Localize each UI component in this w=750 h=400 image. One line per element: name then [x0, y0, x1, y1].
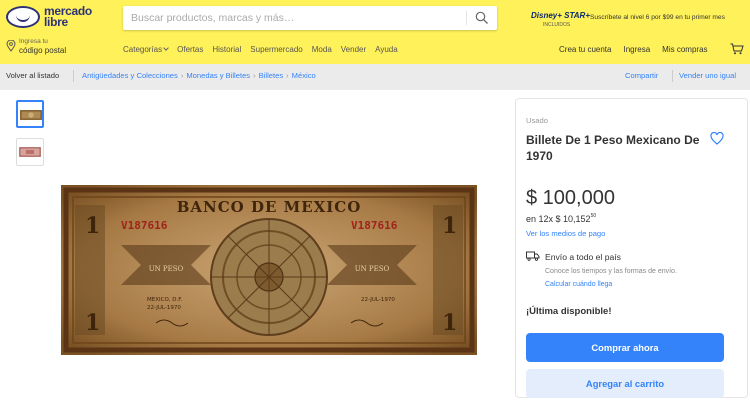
logo-text-line2: libre: [44, 15, 68, 29]
promo-brand-sub: INCLUIDOS: [543, 22, 571, 28]
my-purchases-link[interactable]: Mis compras: [662, 45, 707, 54]
nav-vender[interactable]: Vender: [341, 45, 366, 54]
site-header: mercado libre Disney+ STAR+ INCLUIDOS Su…: [0, 0, 750, 64]
breadcrumb-bar: Volver al listado Antigüedades y Colecci…: [0, 64, 750, 88]
bill-denomination-bottom-left: 1: [85, 310, 100, 336]
breadcrumb: Antigüedades y Colecciones › Monedas y Bil…: [82, 71, 316, 80]
bill-denomination-top-right: 1: [442, 213, 457, 239]
product-main: BANCO DE MEXICO V187616 V187616 1 1 1 1 …: [0, 90, 750, 400]
breadcrumb-divider: [672, 70, 673, 82]
installments-cents: 50: [590, 213, 597, 219]
promo-text: Suscríbete al nivel 6 por $99 en tu prim…: [590, 14, 725, 21]
thumbnail-back[interactable]: [16, 138, 44, 166]
disney-star-promo[interactable]: Disney+ STAR+ INCLUIDOS Suscríbete al ni…: [531, 10, 750, 34]
cart-icon[interactable]: [730, 43, 744, 55]
bill-denomination-bottom-right: 1: [442, 310, 457, 336]
main-nav: Categorías Ofertas Historial Supermercad…: [123, 45, 398, 54]
bill-back-thumbnail: [19, 147, 41, 157]
location-pin-icon: [6, 40, 16, 52]
location-line1: Ingresa tu: [19, 38, 48, 45]
breadcrumb-item[interactable]: México: [292, 71, 316, 80]
nav-moda[interactable]: Moda: [312, 45, 332, 54]
installments: en 12x $ 10,15250: [526, 213, 597, 224]
bill-serial-right: V187616: [351, 219, 398, 232]
bill-date-right: 22-JUL-1970: [361, 297, 395, 303]
breadcrumb-arrow-icon: ›: [253, 71, 256, 80]
search-divider: [466, 11, 467, 25]
promo-brand: Disney+ STAR+: [531, 11, 590, 20]
product-price: $ 100,000: [526, 187, 615, 209]
add-to-cart-button[interactable]: Agregar al carrito: [526, 369, 724, 398]
breadcrumb-item[interactable]: Monedas y Billetes: [186, 71, 250, 80]
breadcrumb-divider: [73, 70, 74, 82]
share-link[interactable]: Compartir: [625, 71, 658, 80]
nav-categorias[interactable]: Categorías: [123, 45, 169, 54]
chevron-down-icon: [163, 45, 169, 51]
bill-words-right: UN PESO: [355, 265, 390, 273]
shipping-title: Envío a todo el país: [545, 252, 621, 262]
calculate-arrival-link[interactable]: Calcular cuándo llega: [545, 281, 612, 288]
payment-methods-link[interactable]: Ver los medios de pago: [526, 229, 605, 238]
nav-ofertas[interactable]: Ofertas: [177, 45, 203, 54]
bill-place: MEXICO, D.F.: [147, 297, 183, 303]
product-title: Billete De 1 Peso Mexicano De 1970: [526, 133, 700, 163]
thumbnail-front[interactable]: [16, 100, 44, 128]
bill-serial-left: V187616: [121, 219, 168, 232]
search-icon[interactable]: [475, 11, 489, 25]
location-line2: código postal: [19, 46, 67, 55]
search-input[interactable]: [131, 10, 461, 26]
sell-same-link[interactable]: Vender uno igual: [679, 71, 736, 80]
user-nav: Crea tu cuenta Ingresa Mis compras: [559, 45, 708, 54]
breadcrumb-arrow-icon: ›: [286, 71, 289, 80]
mercadolibre-logo[interactable]: mercado libre: [6, 5, 92, 29]
condition-label: Usado: [526, 116, 548, 125]
login-link[interactable]: Ingresa: [623, 45, 650, 54]
breadcrumb-arrow-icon: ›: [180, 71, 184, 80]
back-to-list-link[interactable]: Volver al listado: [6, 71, 59, 80]
shipping-subtitle: Conoce los tiempos y las formas de envío…: [545, 268, 677, 275]
heart-icon[interactable]: [710, 132, 724, 145]
breadcrumb-item[interactable]: Billetes: [259, 71, 283, 80]
search-bar: [123, 6, 497, 30]
nav-historial[interactable]: Historial: [212, 45, 241, 54]
bill-denomination-top-left: 1: [85, 213, 100, 239]
buy-box: Usado Billete De 1 Peso Mexicano De 1970…: [515, 98, 748, 398]
stock-status: ¡Última disponible!: [526, 306, 612, 317]
handshake-icon: [6, 6, 40, 28]
banknote-image[interactable]: BANCO DE MEXICO V187616 V187616 1 1 1 1 …: [61, 185, 477, 355]
nav-supermercado[interactable]: Supermercado: [250, 45, 302, 54]
nav-ayuda[interactable]: Ayuda: [375, 45, 398, 54]
buy-now-button[interactable]: Comprar ahora: [526, 333, 724, 362]
bill-date-left: 22-JUL-1970: [147, 305, 181, 311]
bill-bank-name: BANCO DE MEXICO: [177, 198, 362, 216]
breadcrumb-item[interactable]: Antigüedades y Colecciones: [82, 71, 178, 80]
postal-code-selector[interactable]: Ingresa tu código postal: [6, 38, 66, 56]
bill-words-left: UN PESO: [149, 265, 184, 273]
bill-front-thumbnail: [20, 110, 42, 120]
truck-icon: [526, 251, 540, 261]
create-account-link[interactable]: Crea tu cuenta: [559, 45, 611, 54]
